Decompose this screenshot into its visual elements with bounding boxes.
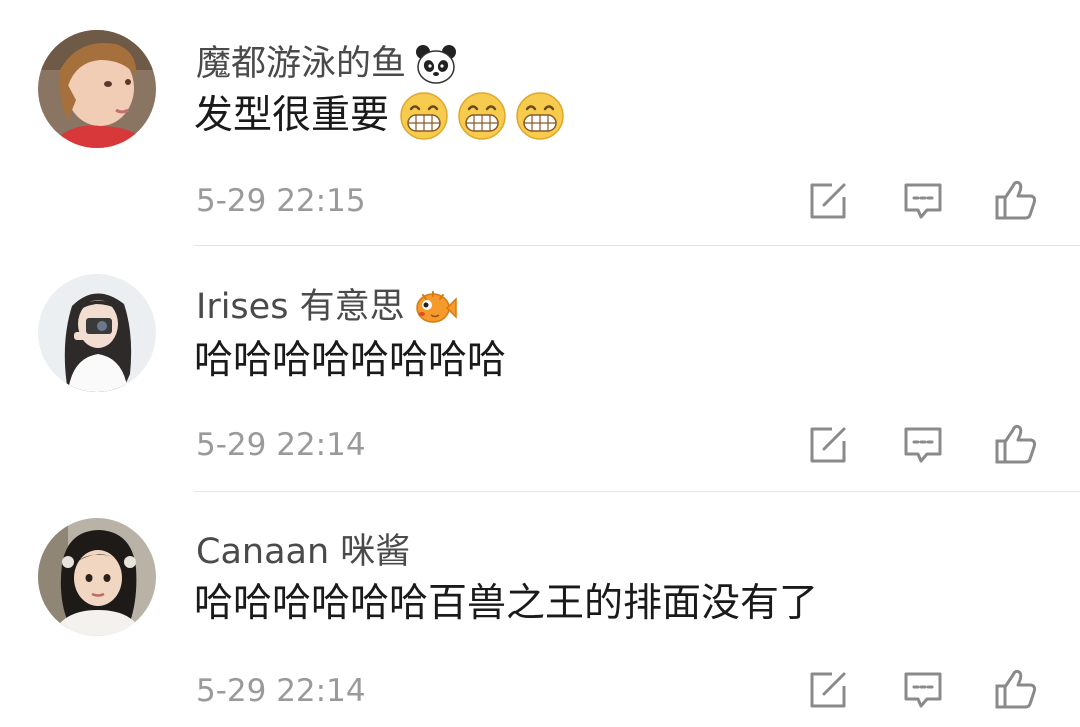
avatar[interactable] bbox=[38, 30, 156, 148]
username[interactable]: Canaan 咪酱 bbox=[196, 528, 410, 576]
like-icon[interactable] bbox=[994, 667, 1038, 711]
reply-icon[interactable] bbox=[901, 423, 945, 467]
comment-item: Canaan 咪酱 哈哈哈哈哈哈百兽之王的排面没有了 5-29 22:14 bbox=[0, 492, 1080, 727]
grin-emoji bbox=[515, 91, 565, 141]
grin-emoji bbox=[457, 91, 507, 141]
avatar[interactable] bbox=[38, 274, 156, 392]
panda-icon bbox=[414, 42, 458, 86]
comment-item: 魔都游泳的鱼 发型很重要 5-29 22:15 bbox=[0, 0, 1080, 246]
timestamp: 5-29 22:14 bbox=[196, 673, 366, 709]
like-icon[interactable] bbox=[994, 422, 1038, 466]
pufferfish-icon bbox=[413, 285, 457, 329]
username[interactable]: Irises 有意思 bbox=[196, 283, 405, 331]
comment-text: 发型很重要 bbox=[194, 93, 390, 138]
repost-icon[interactable] bbox=[806, 423, 850, 467]
reply-icon[interactable] bbox=[901, 179, 945, 223]
username[interactable]: 魔都游泳的鱼 bbox=[196, 40, 406, 88]
comment-text: 哈哈哈哈哈哈百兽之王的排面没有了 bbox=[194, 581, 819, 626]
comment-list: 魔都游泳的鱼 发型很重要 5-29 22:15 Irises 有意思 哈哈哈哈哈… bbox=[0, 0, 1080, 727]
timestamp: 5-29 22:15 bbox=[196, 183, 366, 219]
repost-icon[interactable] bbox=[806, 179, 850, 223]
timestamp: 5-29 22:14 bbox=[196, 427, 366, 463]
repost-icon[interactable] bbox=[806, 668, 850, 712]
grin-emoji bbox=[399, 91, 449, 141]
comment-text: 哈哈哈哈哈哈哈哈 bbox=[194, 338, 507, 383]
like-icon[interactable] bbox=[994, 178, 1038, 222]
reply-icon[interactable] bbox=[901, 668, 945, 712]
comment-item: Irises 有意思 哈哈哈哈哈哈哈哈 5-29 22:14 bbox=[0, 246, 1080, 492]
avatar[interactable] bbox=[38, 518, 156, 636]
